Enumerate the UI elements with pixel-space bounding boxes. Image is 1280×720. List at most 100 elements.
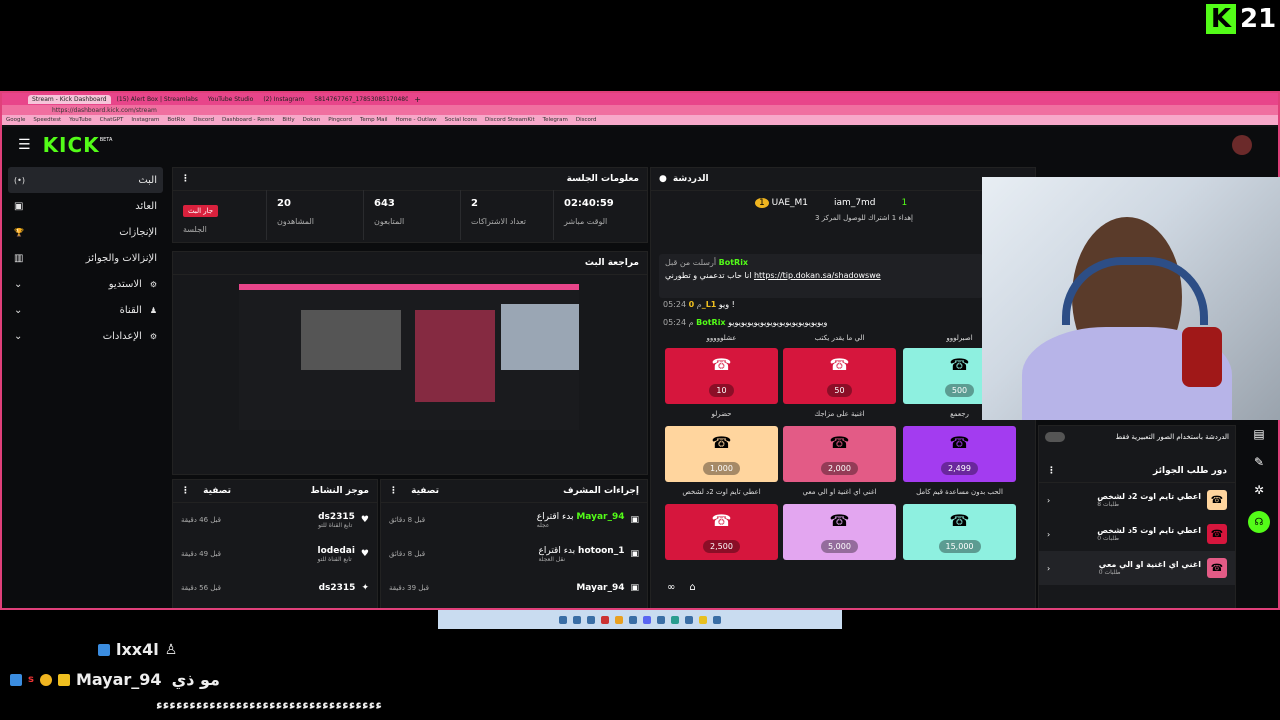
filter-button[interactable]: تصفية xyxy=(411,486,439,496)
bookmark[interactable]: Discord xyxy=(576,117,597,123)
bookmark[interactable]: Home - Outlaw xyxy=(396,117,437,123)
taskbar-app-icon[interactable] xyxy=(629,615,637,624)
start-icon[interactable] xyxy=(559,615,567,624)
bookmark[interactable]: Telegram xyxy=(543,117,568,123)
reward-queue-row[interactable]: › اعطي تايم اوت 2د لشخص طلبات 8 ☎ xyxy=(1039,483,1235,517)
bookmark[interactable]: Social Icons xyxy=(445,117,477,123)
layout-icon[interactable]: ▤ xyxy=(1253,427,1264,441)
reward-tile[interactable]: ☎ 2,500 xyxy=(665,504,778,560)
address-bar[interactable]: https://dashboard.kick.com/stream xyxy=(2,105,1278,115)
taskbar-app-icon[interactable] xyxy=(615,615,623,624)
overlay-chat-line: s Mayar_94 مو ذي xyxy=(10,670,220,689)
taskbar-app-icon[interactable] xyxy=(685,615,693,624)
browser-tab[interactable]: 5814767767_1785308517048065 xyxy=(310,95,408,104)
stat-session: جار البث الجلسة xyxy=(173,190,266,240)
search-icon[interactable] xyxy=(573,615,581,624)
emote-icon[interactable]: ∞ xyxy=(667,582,675,593)
sidebar-item-achievements[interactable]: 🏆 الإنجازات xyxy=(8,219,163,245)
activity-feed-panel: ⋮ تصفية موجز النشاط قبل 46 دقيقة ds2315 ت… xyxy=(172,479,378,608)
bookmark[interactable]: BotRix xyxy=(167,117,185,123)
phone-icon: ☎ xyxy=(949,355,970,374)
more-icon[interactable]: ⋮ xyxy=(181,174,190,184)
taskbar-app-icon[interactable] xyxy=(587,615,595,624)
sidebar-item-settings[interactable]: ⌄ الإعدادات ⚙ xyxy=(8,323,163,349)
kick-logo[interactable]: KICK xyxy=(43,133,100,157)
sidebar-item-label: الإنزالات والجوائز xyxy=(85,252,157,264)
sidebar-item-channel[interactable]: ⌄ القناة ♟ xyxy=(8,297,163,323)
taskbar-app-icon[interactable] xyxy=(699,615,707,624)
bookmark[interactable]: Dashboard - Remix xyxy=(222,117,274,123)
taskbar-app-icon[interactable] xyxy=(601,615,609,624)
phone-icon: ☎ xyxy=(711,511,732,530)
bookmark[interactable]: ChatGPT xyxy=(100,117,124,123)
reward-tile[interactable]: ☎ 15,000 xyxy=(903,504,1016,560)
browser-tab[interactable]: YouTube Studio xyxy=(204,95,257,104)
filter-button[interactable]: تصفية xyxy=(203,486,231,496)
viewer-count-overlay: 21 xyxy=(1240,4,1277,34)
webcam-overlay xyxy=(982,177,1280,420)
browser-tab[interactable]: Stream - Kick Dashboard xyxy=(28,94,111,104)
bookmark[interactable]: Google xyxy=(6,117,25,123)
kick-overlay-logo: K xyxy=(1206,4,1236,34)
new-tab-icon[interactable]: + xyxy=(414,95,421,104)
rank-badge-icon xyxy=(39,673,52,686)
bookmark[interactable]: Pingcord xyxy=(328,117,352,123)
panel-header: مراجعة البث xyxy=(173,252,647,275)
sub-badge-icon: s xyxy=(28,674,34,685)
rank-badge: 1 xyxy=(755,198,769,208)
reward-tile[interactable]: ☎ 2,000 xyxy=(783,426,896,482)
chevron-right-icon: › xyxy=(1047,495,1051,505)
more-icon[interactable]: ⋮ xyxy=(1047,466,1056,476)
sidebar-item-revenue[interactable]: ▣ العائد xyxy=(8,193,163,219)
phone-icon: ☎ xyxy=(711,433,732,452)
sidebar-item-label: الإنجازات xyxy=(119,226,157,238)
bookmark[interactable]: Speedtest xyxy=(33,117,61,123)
emote-only-toggle[interactable] xyxy=(1045,432,1065,442)
avatar[interactable] xyxy=(1232,135,1252,155)
bookmark[interactable]: Bitly xyxy=(282,117,294,123)
stream-preview-video[interactable] xyxy=(239,284,579,430)
panel-header: ⋮ دور طلب الجوائز xyxy=(1039,460,1235,483)
sidebar-item-studio[interactable]: ⌄ الاستديو ⚙ xyxy=(8,271,163,297)
phone-icon: ☎ xyxy=(711,355,732,374)
taskbar-app-icon[interactable] xyxy=(671,615,679,624)
wrench-icon[interactable]: ✎ xyxy=(1254,455,1264,469)
menu-icon[interactable]: ☰ xyxy=(18,137,31,153)
reward-tile[interactable]: ☎ 50 xyxy=(783,348,896,404)
heart-icon: ♥ xyxy=(360,515,369,525)
reward-tile[interactable]: ☎ 5,000 xyxy=(783,504,896,560)
tip-link[interactable]: https://tip.dokan.sa/shadowswe xyxy=(754,271,881,280)
stat-duration: 02:40:59 الوقت مباشر xyxy=(553,190,647,240)
taskbar-app-icon[interactable] xyxy=(713,615,721,624)
sidebar-item-stream[interactable]: (•) البث xyxy=(8,167,163,193)
sidebar-item-drops[interactable]: ▥ الإنزالات والجوائز xyxy=(8,245,163,271)
mod-actions-panel: ⋮ تصفية إجراءات المشرف قبل 8 دقائق بدء ا… xyxy=(380,479,648,608)
bookmark[interactable]: Discord StreamKit xyxy=(485,117,535,123)
bookmark[interactable]: Discord xyxy=(193,117,214,123)
mod-row: قبل 39 دقيقة Mayar_94 ▣ xyxy=(389,583,639,593)
bookmark[interactable]: Temp Mail xyxy=(360,117,388,123)
more-icon[interactable]: ⋮ xyxy=(389,486,398,496)
reward-tile[interactable]: ☎ 10 xyxy=(665,348,778,404)
beta-label: BETA xyxy=(99,137,113,143)
reward-tile[interactable]: ☎ 1,000 xyxy=(665,426,778,482)
badge-icon xyxy=(10,673,22,686)
reward-queue-row[interactable]: › اعطي تايم اوت 5د لشخص طلبات 0 ☎ xyxy=(1039,517,1235,551)
share-icon[interactable]: ✲ xyxy=(1254,483,1264,497)
shop-icon[interactable]: ⌂ xyxy=(689,582,695,593)
bookmark[interactable]: Dokan xyxy=(303,117,321,123)
bookmark[interactable]: Instagram xyxy=(131,117,159,123)
support-icon[interactable]: ☊ xyxy=(1248,511,1270,533)
reward-tile[interactable]: ☎ 2,499 xyxy=(903,426,1016,482)
chevron-down-icon: ⌄ xyxy=(14,330,23,342)
reward-queue-row[interactable]: › اغني اي اغنية او الي معي طلبات 0 ☎ xyxy=(1039,551,1235,585)
taskbar-app-icon[interactable] xyxy=(643,615,651,624)
browser-tab[interactable]: (15) Alert Box | Streamlabs xyxy=(113,95,202,104)
bookmark[interactable]: YouTube xyxy=(69,117,91,123)
taskbar-app-icon[interactable] xyxy=(657,615,665,624)
more-icon[interactable]: ⋮ xyxy=(181,486,190,496)
sidebar-item-label: الاستديو xyxy=(108,278,142,290)
browser-tab[interactable]: (2) Instagram xyxy=(259,95,308,104)
gear-icon: ⚙ xyxy=(149,331,157,341)
session-info-panel: ⋮ معلومات الجلسة 02:40:59 الوقت مباشر 2 تع… xyxy=(172,167,648,243)
